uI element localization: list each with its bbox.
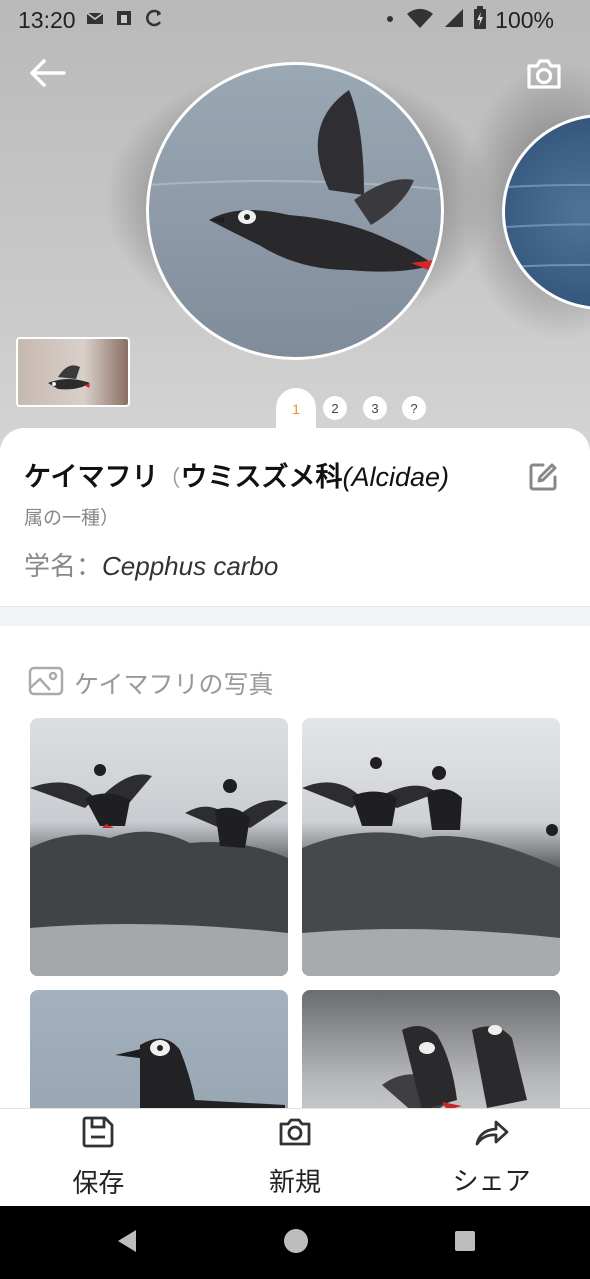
sync-icon	[144, 8, 164, 32]
arrow-left-icon	[28, 58, 66, 92]
photo-pager: 1 2 3 ?	[0, 388, 590, 430]
photo-grid	[30, 718, 560, 1110]
flying-bird-illustration	[149, 90, 441, 321]
square-recents-icon	[452, 1228, 478, 1258]
species-name: ケイマフリ	[24, 462, 159, 493]
bird-photo-4[interactable]	[302, 990, 560, 1110]
edit-icon	[527, 461, 559, 497]
share-label: シェア	[452, 1167, 531, 1197]
bird-photo-3[interactable]	[30, 990, 288, 1110]
bottom-toolbar: 保存 新規 シェア	[0, 1108, 590, 1206]
system-nav-bar	[0, 1206, 590, 1279]
main-bird-photo[interactable]	[146, 62, 444, 360]
nav-recents-button[interactable]	[450, 1228, 480, 1258]
species-info-card: ケイマフリ（ウミスズメ科(Alcidae) 属の一種） 学名：Cepphus c…	[0, 428, 590, 608]
nav-home-button[interactable]	[281, 1228, 311, 1258]
share-button[interactable]: シェア	[393, 1109, 590, 1206]
page-tab-3[interactable]: 3	[363, 396, 387, 420]
new-button[interactable]: 新規	[197, 1109, 394, 1206]
scientific-name: Cepphus carbo	[102, 551, 279, 581]
status-time: 13:20	[18, 6, 76, 33]
bird-photo-2[interactable]	[302, 718, 560, 976]
photos-section-title: ケイマフリの写真	[74, 670, 274, 699]
battery-percentage: 100%	[495, 6, 554, 33]
save-label: 保存	[72, 1169, 125, 1199]
dot-indicator-icon	[383, 11, 397, 30]
scientific-name-label: 学名：	[24, 552, 103, 582]
save-button[interactable]: 保存	[0, 1109, 197, 1206]
triangle-back-icon	[114, 1227, 140, 1259]
bird-photo-1[interactable]	[30, 718, 288, 976]
species-family: ウミスズメ科	[180, 462, 343, 493]
floppy-disk-icon	[81, 1115, 115, 1153]
photos-section-header: ケイマフリの写真	[28, 665, 274, 701]
edit-button[interactable]	[526, 462, 560, 496]
share-arrow-icon	[474, 1117, 510, 1151]
wifi-icon	[405, 7, 435, 33]
next-bird-photo[interactable]	[502, 114, 590, 310]
sim-notification-icon	[114, 8, 134, 32]
section-divider	[0, 606, 590, 626]
image-icon	[28, 666, 64, 700]
species-family-latin: (Alcidae)	[342, 462, 450, 492]
species-name-block: ケイマフリ（ウミスズメ科(Alcidae) 属の一種）	[24, 458, 514, 530]
species-genus-note: 属の一種）	[24, 507, 120, 529]
scientific-name-row: 学名：Cepphus carbo	[24, 546, 278, 583]
camera-button[interactable]	[520, 52, 568, 100]
mail-notification-icon	[86, 9, 104, 31]
paren-open: （	[158, 467, 181, 492]
battery-charging-icon	[473, 6, 487, 34]
page-tab-2[interactable]: 2	[323, 396, 347, 420]
camera-icon	[525, 57, 563, 95]
cell-signal-icon	[443, 7, 465, 33]
new-label: 新規	[269, 1168, 322, 1198]
hero-photo-area: 13:20 100% 1 2 3 ?	[0, 0, 590, 450]
page-tab-unknown[interactable]: ?	[402, 396, 426, 420]
back-button[interactable]	[24, 55, 70, 95]
camera-icon	[277, 1116, 313, 1152]
page-tab-1[interactable]: 1	[276, 388, 316, 430]
circle-home-icon	[282, 1227, 310, 1259]
status-bar: 13:20 100%	[0, 0, 590, 40]
nav-back-button[interactable]	[112, 1228, 142, 1258]
